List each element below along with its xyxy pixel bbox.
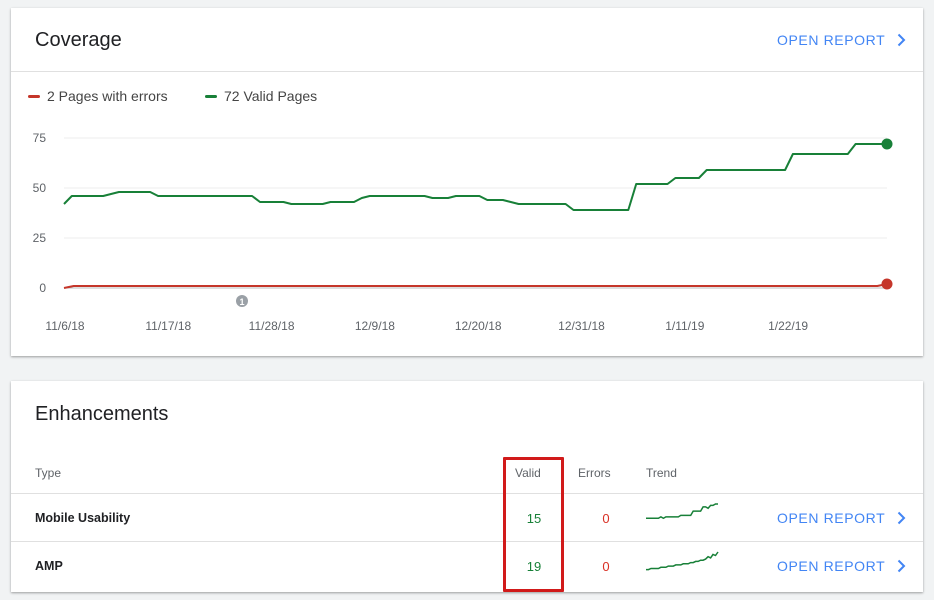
column-header-errors: Errors	[578, 466, 611, 480]
open-report-label: OPEN REPORT	[777, 32, 886, 48]
enhancements-card: Enhancements Type Valid Errors Trend Mob…	[11, 381, 923, 592]
divider	[11, 71, 923, 72]
open-report-label: OPEN REPORT	[777, 558, 886, 574]
chevron-right-icon	[898, 511, 906, 525]
x-tick-label: 12/31/18	[558, 319, 605, 333]
sparkline-path	[646, 503, 718, 520]
chevron-right-icon	[898, 559, 906, 573]
annotation-label: 1	[239, 297, 244, 307]
column-header-trend: Trend	[646, 466, 677, 480]
annotation-marker[interactable]: 1	[236, 295, 248, 307]
amp-open-report-button[interactable]: OPEN REPORT	[777, 558, 906, 574]
series-endpoint[interactable]	[881, 138, 893, 150]
legend-swatch-errors	[28, 94, 40, 98]
open-report-label: OPEN REPORT	[777, 510, 886, 526]
x-tick-label: 1/22/19	[768, 319, 808, 333]
row-error-count: 0	[602, 511, 610, 526]
legend-item-errors[interactable]: 2 Pages with errors	[28, 88, 168, 104]
legend-item-valid[interactable]: 72 Valid Pages	[205, 88, 317, 104]
chevron-right-icon	[898, 33, 906, 47]
series-endpoint[interactable]	[881, 278, 893, 290]
y-tick-label: 25	[33, 231, 47, 245]
trend-sparkline	[646, 551, 719, 571]
trend-sparkline	[646, 503, 718, 520]
mobile-usability-open-report-button[interactable]: OPEN REPORT	[777, 510, 906, 526]
enhancements-title: Enhancements	[35, 403, 169, 425]
coverage-open-report-button[interactable]: OPEN REPORT	[777, 32, 906, 48]
valid-column-highlight-box	[503, 457, 564, 592]
x-tick-label: 11/28/18	[249, 319, 295, 333]
divider	[11, 493, 923, 494]
x-tick-label: 12/9/18	[355, 319, 395, 333]
x-tick-label: 11/17/18	[145, 319, 191, 333]
row-error-count: 0	[602, 559, 610, 574]
series-line[interactable]	[63, 283, 888, 289]
column-header-type: Type	[35, 466, 62, 480]
y-tick-label: 0	[39, 281, 46, 295]
x-tick-label: 12/20/18	[455, 319, 502, 333]
x-tick-label: 11/6/18	[45, 319, 84, 333]
coverage-card: Coverage OPEN REPORT 2 Pages with errors…	[11, 8, 923, 356]
row-type: AMP	[35, 559, 63, 573]
divider	[11, 541, 923, 542]
series-line[interactable]	[63, 143, 887, 211]
row-type: Mobile Usability	[35, 511, 131, 525]
y-tick-label: 75	[33, 131, 47, 145]
y-tick-label: 50	[33, 181, 47, 195]
legend-label-errors: 2 Pages with errors	[47, 88, 168, 104]
legend-swatch-valid	[205, 94, 217, 98]
legend-label-valid: 72 Valid Pages	[224, 88, 318, 104]
coverage-chart[interactable]: 0 25 50 75 11/6/18 11/17/18 11/28/18 12/9/18 12…	[11, 118, 923, 348]
sparkline-path	[646, 551, 719, 571]
coverage-title: Coverage	[35, 29, 122, 51]
x-tick-label: 1/11/19	[665, 319, 704, 333]
